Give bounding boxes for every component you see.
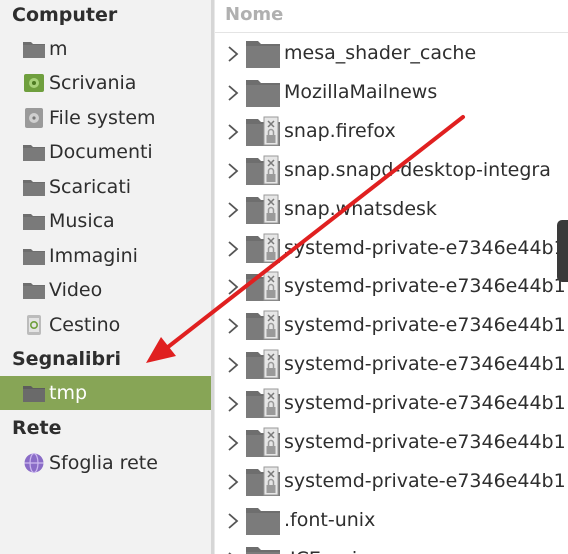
list-item[interactable]: mesa_shader_cache (215, 34, 568, 73)
file-name: systemd-private-e7346e44b1 (284, 275, 566, 298)
file-name: .ICE-unix (284, 548, 368, 554)
sidebar-item-label: Cestino (49, 314, 121, 336)
chevron-right-icon[interactable] (226, 434, 240, 452)
sidebar-item-label: Scaricati (49, 176, 132, 198)
list-item[interactable]: .font-unix (215, 501, 568, 540)
folder-icon (23, 145, 45, 161)
file-name: snap.snapd-desktop-integra (284, 158, 551, 181)
sidebar-item-label: Musica (49, 210, 115, 232)
locked-folder-icon (245, 348, 281, 380)
sidebar-item-sfoglia-rete[interactable]: Sfoglia rete (0, 446, 211, 480)
folder-icon (23, 42, 45, 58)
sidebar-item-scrivania[interactable]: Scrivania (0, 66, 211, 100)
sidebar-item-file-system[interactable]: File system (0, 101, 211, 135)
chevron-right-icon[interactable] (226, 395, 240, 413)
folder-icon (23, 386, 45, 402)
sidebar-item-label: tmp (49, 382, 88, 404)
locked-folder-icon (245, 309, 281, 341)
chevron-right-icon[interactable] (226, 240, 240, 258)
desktop-icon (24, 74, 44, 92)
file-name: snap.whatsdesk (284, 197, 437, 220)
folder-icon (245, 37, 281, 69)
locked-folder-icon (245, 232, 281, 264)
folder-icon (23, 180, 45, 196)
section-heading-segnalibri: Segnalibri (12, 348, 122, 370)
list-item[interactable]: systemd-private-e7346e44b1 (215, 267, 568, 306)
drive-icon (25, 108, 43, 128)
sidebar-item-immagini[interactable]: Immagini (0, 239, 211, 273)
locked-folder-icon (245, 387, 281, 419)
folder-icon (245, 76, 281, 108)
sidebar: Computer m Scrivania File system Documen… (0, 0, 211, 554)
overlay-scrollbar-handle[interactable] (557, 220, 568, 282)
chevron-right-icon[interactable] (226, 84, 240, 102)
header-separator (215, 32, 568, 33)
sidebar-item-musica[interactable]: Musica (0, 204, 211, 238)
sidebar-item-video[interactable]: Video (0, 273, 211, 307)
file-name: snap.firefox (284, 119, 396, 142)
chevron-right-icon[interactable] (226, 356, 240, 374)
sidebar-item-documenti[interactable]: Documenti (0, 135, 211, 169)
section-heading-rete: Rete (12, 417, 62, 439)
locked-folder-icon (245, 154, 281, 186)
sidebar-item-label: Video (49, 279, 103, 301)
sidebar-item-label: Scrivania (49, 72, 137, 94)
locked-folder-icon (245, 270, 281, 302)
file-name: systemd-private-e7346e44b1 (284, 469, 566, 492)
list-item[interactable]: systemd-private-e7346e44b1 (215, 229, 568, 268)
file-name: systemd-private-e7346e44b1 (284, 236, 566, 259)
file-name: systemd-private-e7346e44b1 (284, 392, 566, 415)
sidebar-item-label: Immagini (49, 245, 138, 267)
locked-folder-icon (245, 115, 281, 147)
sidebar-item-tmp[interactable]: tmp (0, 376, 211, 410)
file-name: .font-unix (284, 508, 376, 531)
list-item[interactable]: .ICE-unix (215, 540, 568, 554)
sidebar-item-label: Sfoglia rete (49, 452, 158, 474)
list-item[interactable]: systemd-private-e7346e44b1 (215, 306, 568, 345)
trash-icon (27, 315, 41, 335)
list-item[interactable]: MozillaMailnews (215, 73, 568, 112)
chevron-right-icon[interactable] (226, 123, 240, 141)
sidebar-item-cestino[interactable]: Cestino (0, 308, 211, 342)
locked-folder-icon (245, 426, 281, 458)
file-name: systemd-private-e7346e44b1 (284, 314, 566, 337)
sidebar-item-m[interactable]: m (0, 32, 211, 66)
folder-icon (23, 214, 45, 230)
list-item[interactable]: systemd-private-e7346e44b1 (215, 345, 568, 384)
chevron-right-icon[interactable] (226, 512, 240, 530)
sidebar-item-label: m (49, 38, 68, 60)
sidebar-item-label: File system (49, 107, 156, 129)
folder-icon (245, 504, 281, 536)
chevron-right-icon[interactable] (226, 45, 240, 63)
locked-folder-icon (245, 465, 281, 497)
network-icon (24, 453, 44, 473)
file-list: Nome mesa_shader_cache MozillaMailnews sna… (215, 0, 568, 554)
column-header-name[interactable]: Nome (225, 4, 283, 25)
chevron-right-icon[interactable] (226, 278, 240, 296)
list-item[interactable]: snap.whatsdesk (215, 190, 568, 229)
file-name: MozillaMailnews (284, 80, 438, 103)
section-heading-computer: Computer (12, 4, 118, 26)
chevron-right-icon[interactable] (226, 201, 240, 219)
chevron-right-icon[interactable] (226, 317, 240, 335)
folder-icon (23, 283, 45, 299)
folder-icon (23, 249, 45, 265)
list-item[interactable]: snap.firefox (215, 112, 568, 151)
sidebar-item-scaricati[interactable]: Scaricati (0, 170, 211, 204)
list-item[interactable]: systemd-private-e7346e44b1 (215, 462, 568, 501)
file-name: systemd-private-e7346e44b1 (284, 431, 566, 453)
sidebar-item-label: Documenti (49, 141, 153, 163)
list-item[interactable]: systemd-private-e7346e44b1 (215, 384, 568, 423)
file-name: mesa_shader_cache (284, 42, 477, 64)
locked-folder-icon (245, 193, 281, 225)
file-name: systemd-private-e7346e44b1 (284, 353, 566, 376)
list-item[interactable]: systemd-private-e7346e44b1 (215, 423, 568, 462)
chevron-right-icon[interactable] (226, 162, 240, 180)
list-item[interactable]: snap.snapd-desktop-integra (215, 151, 568, 190)
chevron-right-icon[interactable] (226, 473, 240, 491)
folder-icon (245, 543, 281, 554)
